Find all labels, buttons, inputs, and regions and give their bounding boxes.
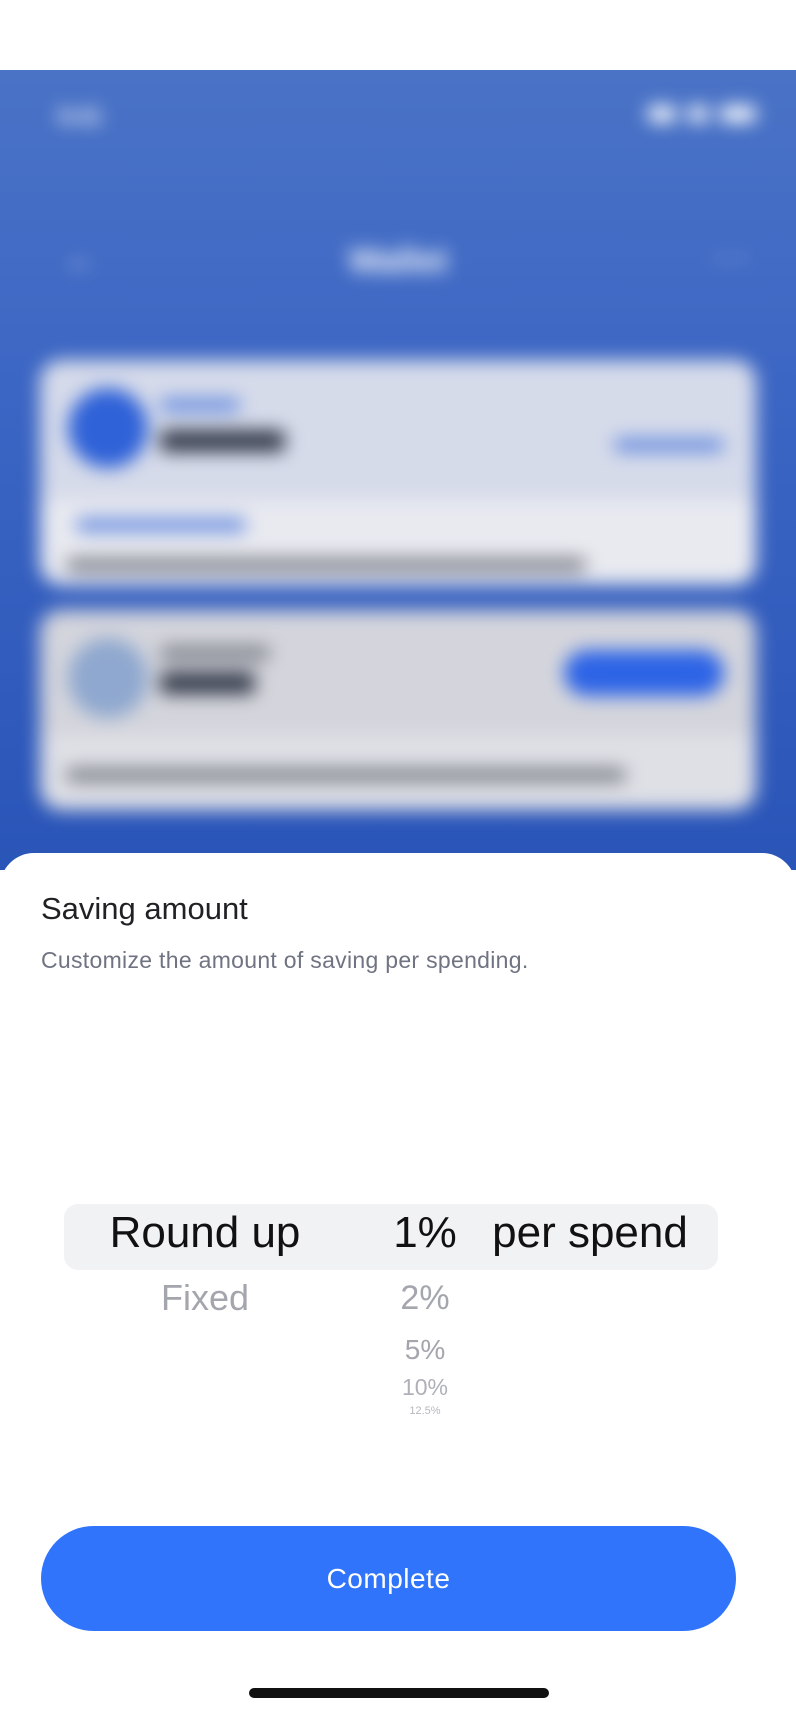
battery-icon	[720, 106, 756, 122]
picker-type-option[interactable]: Fixed	[95, 1277, 315, 1319]
card-action-pill	[564, 650, 724, 696]
card-amount-line	[160, 430, 285, 452]
picker-unit-label: per spend	[492, 1208, 688, 1257]
background-page-title: Wallet	[348, 242, 448, 280]
picker-percent-option[interactable]: 10%	[345, 1374, 505, 1401]
card-description-line	[66, 768, 626, 782]
card-avatar-icon	[68, 638, 148, 718]
picker-type-option-selected[interactable]: Round up	[95, 1208, 315, 1258]
background-card-primary	[40, 360, 756, 585]
background-app-screen: 9:41 ← Wallet ···	[0, 70, 796, 870]
status-icons	[648, 106, 756, 122]
wifi-icon	[688, 106, 708, 122]
background-blur-layer: 9:41 ← Wallet ···	[0, 70, 796, 870]
picker-percent-option[interactable]: 5%	[345, 1334, 505, 1366]
card-link-line	[614, 438, 724, 452]
saving-amount-sheet: Saving amount Customize the amount of sa…	[0, 853, 796, 1716]
home-indicator[interactable]	[249, 1688, 549, 1698]
card-avatar-icon	[68, 388, 148, 468]
card-amount-line	[160, 672, 255, 694]
background-card-secondary	[40, 610, 756, 810]
status-time: 9:41	[58, 104, 103, 129]
signal-icon	[648, 106, 676, 122]
more-icon: ···	[712, 238, 752, 276]
card-label-line	[160, 646, 270, 660]
card-description-line	[66, 558, 586, 572]
card-label-line	[160, 398, 240, 412]
picker-percent-option[interactable]: 2%	[345, 1279, 505, 1318]
complete-button[interactable]: Complete	[41, 1526, 736, 1631]
card-note-line	[76, 518, 246, 532]
picker-percent-option[interactable]: 12.5%	[345, 1405, 505, 1417]
